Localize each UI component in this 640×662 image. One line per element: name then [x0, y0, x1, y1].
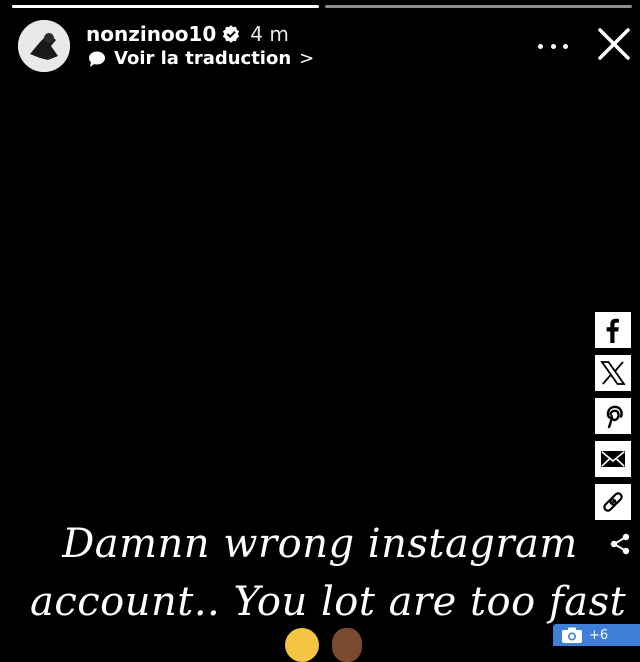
x-icon [600, 361, 626, 385]
speech-bubble-icon [89, 51, 105, 67]
translate-link[interactable]: Voir la traduction > [88, 48, 314, 69]
avatar[interactable] [18, 20, 70, 72]
progress-segment-2 [325, 5, 632, 8]
share-rail [595, 312, 631, 520]
close-icon[interactable] [594, 24, 634, 64]
story-caption: Damnn wrong instagram account.. You lot … [30, 515, 627, 631]
pinterest-share-button[interactable] [595, 398, 631, 434]
facebook-icon [606, 318, 619, 343]
photo-count: +6 [589, 627, 609, 643]
verified-badge-icon [223, 25, 240, 43]
caption-line-1: Damnn wrong instagram [62, 521, 578, 567]
story-progress-bar [12, 5, 632, 8]
more-options-button[interactable] [538, 38, 568, 54]
x-share-button[interactable] [595, 355, 631, 391]
avatar-image [18, 20, 70, 72]
pinterest-icon [606, 405, 623, 429]
hand-emoji-icon [332, 628, 362, 662]
photo-gallery-badge[interactable]: +6 [553, 624, 640, 646]
post-time: 4 m [250, 22, 289, 46]
story-header: nonzinoo10 4 m [86, 22, 289, 46]
email-share-button[interactable] [595, 441, 631, 477]
caption-line-2: account.. You lot are too fast [30, 579, 627, 625]
share-icon[interactable] [608, 532, 632, 556]
progress-segment-1 [12, 5, 319, 8]
username[interactable]: nonzinoo10 [86, 22, 216, 46]
facebook-share-button[interactable] [595, 312, 631, 348]
camera-icon [562, 627, 582, 643]
more-dot [538, 43, 543, 49]
laughing-emoji-icon [285, 628, 319, 662]
more-dot [550, 43, 556, 49]
link-icon [603, 492, 623, 512]
email-icon [601, 451, 625, 467]
more-dot [563, 43, 568, 49]
translate-label: Voir la traduction [114, 48, 292, 69]
chevron-right-icon: > [299, 48, 315, 69]
